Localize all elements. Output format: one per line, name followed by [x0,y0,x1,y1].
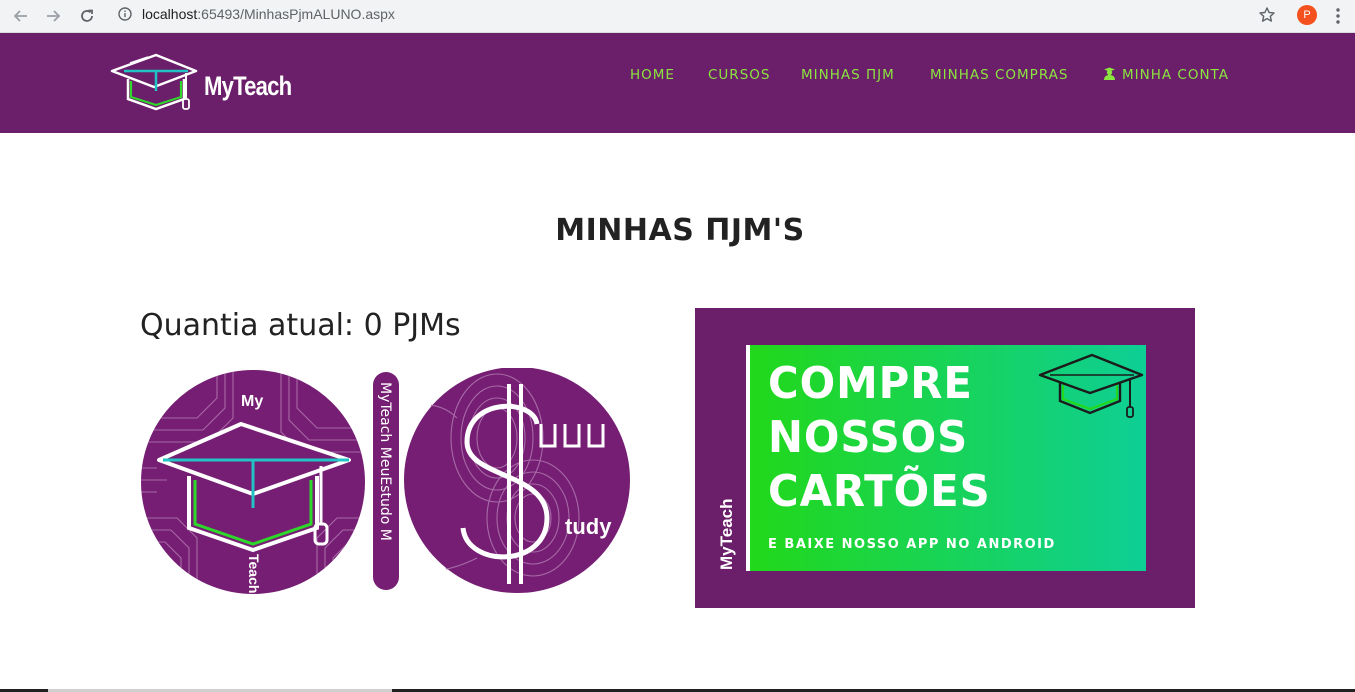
banner-headline: COMPRE NOSSOS CARTÕES [768,357,991,519]
coin-band-text: MyTeach MeuEstudo M [377,382,393,541]
nav-minha-conta-label: MINHA CONTA [1122,67,1229,83]
url-text[interactable]: localhost:65493/MinhasPjmALUNO.aspx [142,6,395,22]
nav-minhas-pjm[interactable]: MINHAS ΠJM [801,67,895,83]
forward-arrow-icon[interactable] [41,4,65,28]
profile-avatar[interactable]: P [1297,5,1317,25]
banner-headline-line: NOSSOS [768,412,969,463]
page-title: MINHAS ΠJM'S [555,213,805,248]
coin-right-text: tudy [565,514,612,539]
back-arrow-icon[interactable] [9,4,33,28]
info-icon[interactable] [118,7,132,21]
pjm-coin-logo: My Teach MyTeach MeuEstudo M tudy [139,368,632,596]
banner-vertical-brand: MyTeach [717,498,736,571]
browser-toolbar: localhost:65493/MinhasPjmALUNO.aspx P [0,0,1355,33]
site-navbar: MyTeach HOME CURSOS MINHAS ΠJM MINHAS CO… [0,33,1355,133]
nav-cursos[interactable]: CURSOS [708,67,770,83]
pjm-quantity: Quantia atual: 0 PJMs [140,308,461,343]
nav-minha-conta[interactable]: MINHA CONTA [1103,67,1229,83]
coin-left-top-text: My [241,393,263,410]
star-icon[interactable] [1258,6,1276,24]
more-vert-icon[interactable] [1330,7,1346,25]
reload-icon[interactable] [75,4,99,28]
nav-home[interactable]: HOME [630,67,675,83]
main-nav: HOME CURSOS MINHAS ΠJM MINHAS COMPRAS MI… [0,67,1355,87]
banner-subline: E BAIXE NOSSO APP NO ANDROID [768,537,1056,552]
banner-headline-line: COMPRE [768,358,973,409]
url-host: localhost [142,6,198,22]
url-path: :65493/MinhasPjmALUNO.aspx [197,6,395,22]
graduation-cap-icon [1038,353,1144,418]
promo-banner[interactable]: MyTeach COMPRE NOSSOS CARTÕES E BAIXE NO… [695,308,1195,608]
banner-headline-line: CARTÕES [768,466,991,517]
nav-minhas-compras[interactable]: MINHAS COMPRAS [930,67,1068,83]
coin-left-bottom-text: Teach [246,554,262,593]
user-graduate-icon [1104,67,1115,80]
banner-gradient-panel: COMPRE NOSSOS CARTÕES E BAIXE NOSSO APP … [746,345,1146,571]
